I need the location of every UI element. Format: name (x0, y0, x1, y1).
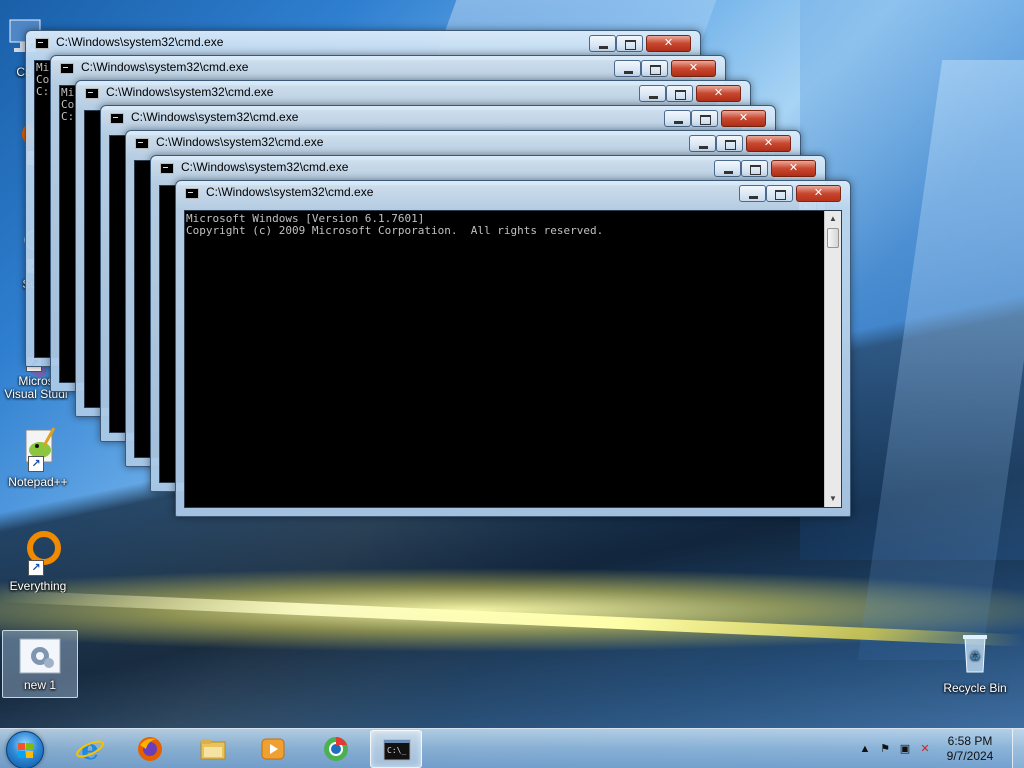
window-title: C:\Windows\system32\cmd.exe (156, 135, 324, 149)
window-title: C:\Windows\system32\cmd.exe (181, 160, 349, 174)
taskbar: e C:\_ ▲ ⚑ ▣ ✕ 6:58 PM 9/7/2024 (0, 728, 1024, 768)
everything-icon: ↗ (14, 528, 62, 576)
notepad-plus-plus-icon: ↗ (14, 424, 62, 472)
window-title: C:\Windows\system32\cmd.exe (206, 185, 374, 199)
notification-area: ▲ ⚑ ▣ ✕ 6:58 PM 9/7/2024 (834, 729, 1024, 768)
maximize-button[interactable] (716, 135, 743, 152)
show-hidden-icons-icon[interactable]: ▲ (858, 742, 872, 756)
shortcut-arrow-icon: ↗ (28, 560, 44, 576)
taskbar-media-player[interactable] (247, 730, 299, 768)
window-titlebar[interactable]: C:\Windows\system32\cmd.exe (51, 56, 725, 80)
taskbar-firefox[interactable] (124, 730, 176, 768)
maximize-button[interactable] (691, 110, 718, 127)
close-button[interactable] (796, 185, 841, 202)
cmd-icon (85, 88, 99, 99)
minimize-button[interactable] (664, 110, 691, 127)
globe-icon (322, 735, 350, 763)
vertical-scrollbar[interactable]: ▲ ▼ (824, 211, 841, 507)
window-titlebar[interactable]: C:\Windows\system32\cmd.exe (76, 81, 750, 105)
close-button[interactable] (696, 85, 741, 102)
taskbar-internet-explorer[interactable]: e (64, 730, 116, 768)
desktop-icon-new-1[interactable]: new 1 (2, 630, 78, 698)
minimize-button[interactable] (689, 135, 716, 152)
taskbar-file-explorer[interactable] (187, 730, 239, 768)
system-clock[interactable]: 6:58 PM 9/7/2024 (940, 734, 1000, 764)
scroll-thumb[interactable] (827, 228, 839, 248)
wallpaper-light-streak (0, 590, 1024, 647)
close-button[interactable] (746, 135, 791, 152)
desktop-icon-label: Everything (9, 579, 67, 593)
window-titlebar[interactable]: C:\Windows\system32\cmd.exe (126, 131, 800, 155)
cmd-icon (60, 63, 74, 74)
window-title: C:\Windows\system32\cmd.exe (131, 110, 299, 124)
windows-logo-icon (18, 743, 34, 759)
minimize-button[interactable] (639, 85, 666, 102)
desktop-icon-label: Recycle Bin (943, 681, 1007, 695)
volume-muted-icon[interactable]: ✕ (918, 742, 932, 756)
firefox-icon (136, 735, 164, 763)
minimize-button[interactable] (739, 185, 766, 202)
cmd-icon (185, 188, 199, 199)
window-titlebar[interactable]: C:\Windows\system32\cmd.exe (26, 31, 700, 55)
minimize-button[interactable] (589, 35, 616, 52)
show-desktop-button[interactable] (1012, 729, 1024, 768)
desktop-icon-notepad-plus-plus[interactable]: ↗ Notepad++ (0, 424, 76, 489)
network-icon[interactable]: ▣ (898, 742, 912, 756)
wallpaper-panel (857, 60, 1024, 660)
desktop-icon-recycle-bin[interactable]: ♻ Recycle Bin (937, 630, 1013, 695)
desktop-icon-label: Notepad++ (8, 475, 68, 489)
scroll-down-arrow-icon[interactable]: ▼ (825, 491, 841, 507)
window-titlebar[interactable]: C:\Windows\system32\cmd.exe (151, 156, 825, 180)
maximize-button[interactable] (741, 160, 768, 177)
desktop-icon-label: new 1 (23, 678, 57, 692)
close-button[interactable] (721, 110, 766, 127)
cmd-window-active[interactable]: C:\Windows\system32\cmd.exe Microsoft Wi… (175, 180, 851, 517)
minimize-button[interactable] (714, 160, 741, 177)
shortcut-arrow-icon: ↗ (28, 456, 44, 472)
window-titlebar[interactable]: C:\Windows\system32\cmd.exe (101, 106, 775, 130)
maximize-button[interactable] (616, 35, 643, 52)
cmd-icon: C:\_ (383, 736, 411, 764)
close-button[interactable] (771, 160, 816, 177)
cmd-icon (160, 163, 174, 174)
desktop-icon-everything[interactable]: ↗ Everything (0, 528, 76, 593)
maximize-button[interactable] (766, 185, 793, 202)
console-area[interactable]: Microsoft Windows [Version 6.1.7601] Copy… (184, 210, 842, 508)
action-center-flag-icon[interactable]: ⚑ (878, 742, 892, 756)
taskbar-browser[interactable] (310, 730, 362, 768)
svg-text:♻: ♻ (970, 649, 981, 663)
internet-explorer-icon: e (76, 733, 104, 766)
window-titlebar[interactable]: C:\Windows\system32\cmd.exe (176, 181, 850, 205)
window-title: C:\Windows\system32\cmd.exe (106, 85, 274, 99)
start-button[interactable] (6, 731, 44, 768)
maximize-button[interactable] (641, 60, 668, 77)
settings-file-icon (18, 637, 62, 675)
svg-text:e: e (81, 735, 99, 763)
cmd-icon (35, 38, 49, 49)
scroll-up-arrow-icon[interactable]: ▲ (825, 211, 841, 227)
close-button[interactable] (671, 60, 716, 77)
recycle-bin-icon: ♻ (951, 630, 999, 678)
media-player-icon (259, 735, 287, 763)
maximize-button[interactable] (666, 85, 693, 102)
window-title: C:\Windows\system32\cmd.exe (56, 35, 224, 49)
close-button[interactable] (646, 35, 691, 52)
console-text: Microsoft Windows [Version 6.1.7601] Copy… (186, 213, 604, 237)
window-title: C:\Windows\system32\cmd.exe (81, 60, 249, 74)
clock-time: 6:58 PM (947, 734, 993, 748)
svg-text:C:\_: C:\_ (387, 746, 406, 755)
clock-date: 9/7/2024 (946, 749, 994, 763)
cmd-icon (135, 138, 149, 149)
minimize-button[interactable] (614, 60, 641, 77)
folder-icon (199, 735, 227, 763)
cmd-icon (110, 113, 124, 124)
taskbar-cmd[interactable]: C:\_ (370, 730, 422, 768)
